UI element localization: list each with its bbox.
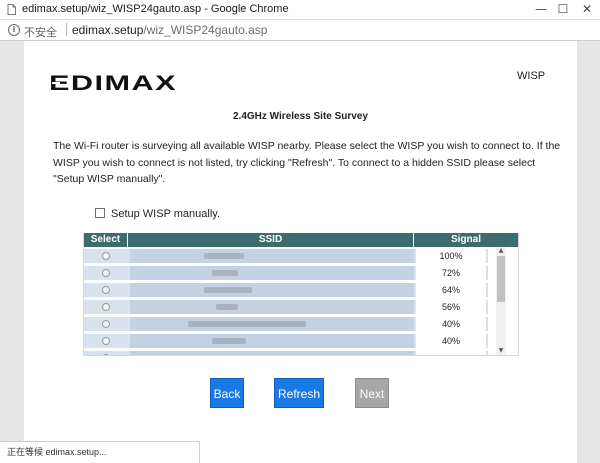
back-button[interactable]: Back — [210, 378, 244, 408]
column-header-select: Select — [84, 233, 128, 247]
table-row[interactable]: 64% — [84, 283, 488, 297]
window-titlebar: edimax.setup/wiz_WISP24gauto.asp - Googl… — [0, 0, 600, 20]
table-row[interactable]: 56% — [84, 300, 488, 314]
scrollbar-thumb[interactable] — [497, 256, 505, 302]
table-row[interactable]: 72% — [84, 266, 488, 280]
table-row[interactable]: 40% — [84, 334, 488, 348]
redacted-ssid — [216, 304, 238, 310]
table-row[interactable] — [84, 351, 488, 355]
ssid-cell — [130, 351, 414, 355]
select-radio[interactable] — [102, 252, 110, 260]
address-bar[interactable]: i 不安全 edimax.setup/wiz_WISP24gauto.asp — [0, 20, 600, 41]
signal-cell: 56% — [416, 300, 486, 314]
redacted-ssid — [212, 270, 238, 276]
address-divider — [66, 23, 67, 36]
signal-cell: 100% — [416, 249, 486, 263]
select-radio[interactable] — [102, 286, 110, 294]
window-title: edimax.setup/wiz_WISP24gauto.asp - Googl… — [22, 3, 289, 15]
next-button[interactable]: Next — [355, 378, 389, 408]
maximize-button[interactable]: ☐ — [554, 1, 572, 18]
redacted-ssid — [212, 338, 246, 344]
wizard-page: EDIMAX WISP 2.4GHz Wireless Site Survey … — [24, 41, 577, 463]
select-radio[interactable] — [102, 354, 110, 355]
ssid-cell — [130, 300, 414, 314]
ssid-cell — [130, 317, 414, 331]
select-radio[interactable] — [102, 303, 110, 311]
scroll-up-arrow-icon[interactable]: ▲ — [496, 247, 506, 255]
mode-label: WISP — [517, 70, 546, 82]
signal-cell: 72% — [416, 266, 486, 280]
redacted-ssid — [204, 287, 252, 293]
browser-viewport: EDIMAX WISP 2.4GHz Wireless Site Survey … — [0, 41, 600, 463]
table-scrollbar[interactable]: ▲ ▼ — [496, 247, 506, 355]
table-header: Select SSID Signal — [84, 233, 518, 247]
document-icon — [7, 4, 16, 15]
scroll-down-arrow-icon[interactable]: ▼ — [496, 347, 506, 355]
setup-wisp-manually-checkbox[interactable]: Setup WISP manually. — [95, 208, 220, 220]
signal-cell: 64% — [416, 283, 486, 297]
table-body[interactable]: 100% 72% 64% 56% 40% 40% ▲ ▼ — [84, 247, 518, 355]
close-button[interactable]: ✕ — [578, 1, 596, 18]
refresh-button[interactable]: Refresh — [274, 378, 324, 408]
url-path: /wiz_WISP24gauto.asp — [143, 23, 268, 37]
info-icon[interactable]: i — [8, 24, 20, 36]
minimize-button[interactable]: — — [532, 1, 550, 18]
signal-cell: 40% — [416, 317, 486, 331]
signal-cell — [416, 351, 486, 355]
svg-text:EDIMAX: EDIMAX — [49, 73, 177, 93]
url-host: edimax.setup — [72, 23, 144, 37]
table-row[interactable]: 100% — [84, 249, 488, 263]
instructions-text: The Wi-Fi router is surveying all availa… — [53, 140, 561, 185]
checkbox-box[interactable] — [95, 208, 105, 219]
column-header-ssid: SSID — [128, 233, 414, 247]
redacted-ssid — [204, 253, 244, 259]
site-survey-table: Select SSID Signal 100% 72% 64% 56% 40% … — [83, 233, 519, 356]
security-label[interactable]: 不安全 — [24, 24, 57, 40]
ssid-cell — [130, 266, 414, 280]
ssid-cell — [130, 283, 414, 297]
edimax-logo: EDIMAX — [49, 73, 177, 93]
page-title: 2.4GHz Wireless Site Survey — [233, 111, 368, 122]
status-bar: 正在等候 edimax.setup... — [0, 441, 200, 463]
select-radio[interactable] — [102, 269, 110, 277]
table-row[interactable]: 40% — [84, 317, 488, 331]
column-header-signal: Signal — [450, 234, 481, 245]
signal-cell: 40% — [416, 334, 486, 348]
ssid-cell — [130, 334, 414, 348]
select-radio[interactable] — [102, 320, 110, 328]
url-text[interactable]: edimax.setup/wiz_WISP24gauto.asp — [72, 23, 267, 37]
select-radio[interactable] — [102, 337, 110, 345]
redacted-ssid — [188, 321, 306, 327]
setup-wisp-manually-label: Setup WISP manually. — [111, 208, 221, 220]
ssid-cell — [130, 249, 414, 263]
